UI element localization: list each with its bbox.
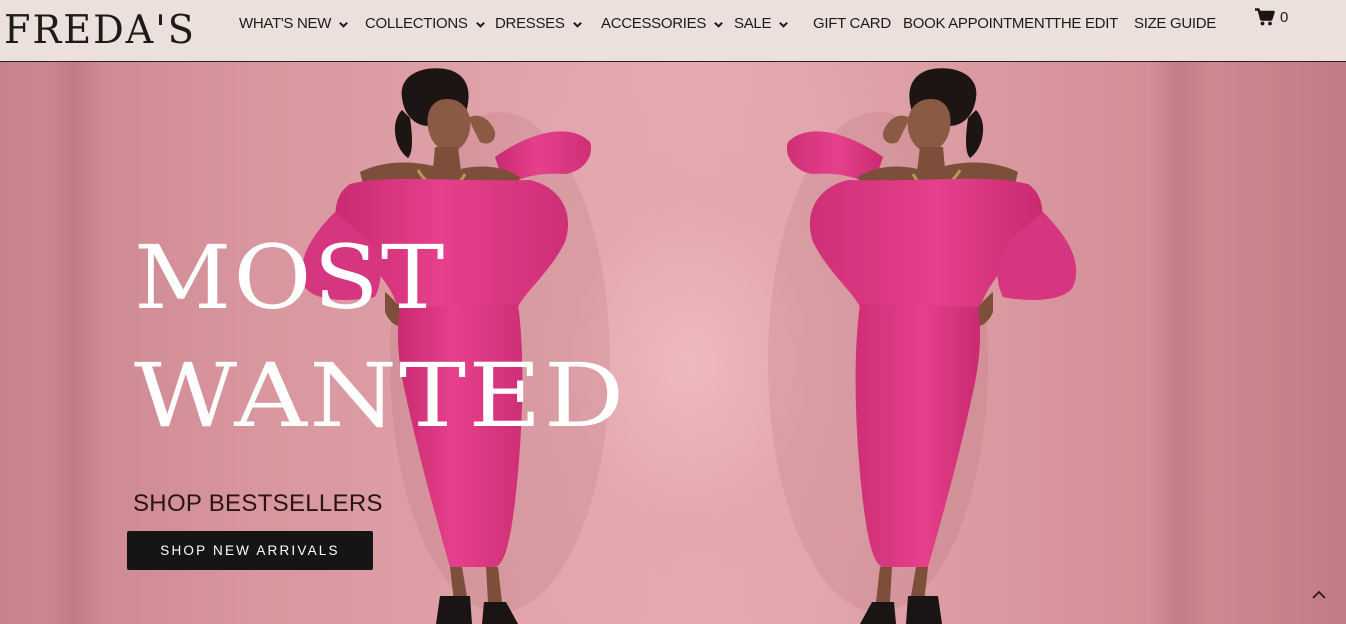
nav-item-book-appointment[interactable]: BOOK APPOINTMENT bbox=[903, 13, 1054, 35]
nav-item-label: SIZE GUIDE bbox=[1134, 15, 1217, 32]
shop-bestsellers-link[interactable]: SHOP BESTSELLERS bbox=[133, 490, 383, 518]
nav-item-whats-new[interactable]: WHAT'S NEW bbox=[239, 13, 349, 35]
chevron-up-icon[interactable] bbox=[1310, 586, 1328, 604]
backdrop-fold bbox=[45, 62, 105, 624]
nav-item-label: GIFT CARD bbox=[813, 15, 891, 32]
cart-count: 0 bbox=[1280, 8, 1289, 26]
site-header: FREDA'S WHAT'S NEW COLLECTIONS DRESSES A… bbox=[0, 0, 1346, 62]
shop-new-arrivals-button[interactable]: SHOP NEW ARRIVALS bbox=[127, 531, 373, 570]
backdrop-fold bbox=[1150, 62, 1210, 624]
nav-item-accessories[interactable]: ACCESSORIES bbox=[601, 13, 724, 35]
nav-item-label: WHAT'S NEW bbox=[239, 15, 332, 32]
nav-item-dresses[interactable]: DRESSES bbox=[495, 13, 583, 35]
hero-headline: MOST WANTED bbox=[134, 222, 624, 452]
nav-item-label: ACCESSORIES bbox=[601, 15, 707, 32]
chevron-down-icon bbox=[779, 21, 789, 28]
hero-banner: MOST WANTED SHOP BESTSELLERS SHOP NEW AR… bbox=[0, 62, 1346, 624]
nav-item-label: SALE bbox=[734, 15, 772, 32]
nav-item-sale[interactable]: SALE bbox=[734, 13, 789, 35]
shopping-cart-icon bbox=[1255, 8, 1275, 26]
nav-item-the-edit[interactable]: THE EDIT bbox=[1052, 13, 1118, 35]
hero-headline-line-2: WANTED bbox=[134, 344, 627, 447]
chevron-down-icon bbox=[475, 21, 485, 28]
chevron-down-icon bbox=[572, 21, 582, 28]
chevron-down-icon bbox=[714, 21, 723, 28]
nav-item-gift-card[interactable]: GIFT CARD bbox=[813, 13, 891, 35]
hero-headline-line-1: MOST bbox=[134, 226, 447, 329]
cart-button[interactable]: 0 bbox=[1255, 8, 1288, 26]
chevron-down-icon bbox=[339, 21, 348, 28]
nav-item-label: THE EDIT bbox=[1052, 15, 1118, 32]
nav-item-label: DRESSES bbox=[495, 15, 565, 32]
hero-model-image-mirrored bbox=[768, 68, 1077, 624]
nav-item-label: BOOK APPOINTMENT bbox=[903, 15, 1054, 32]
main-nav: WHAT'S NEW COLLECTIONS DRESSES ACCESSORI… bbox=[0, 13, 1346, 35]
nav-item-label: COLLECTIONS bbox=[365, 15, 468, 32]
nav-item-size-guide[interactable]: SIZE GUIDE bbox=[1134, 13, 1216, 35]
nav-item-collections[interactable]: COLLECTIONS bbox=[365, 13, 486, 35]
